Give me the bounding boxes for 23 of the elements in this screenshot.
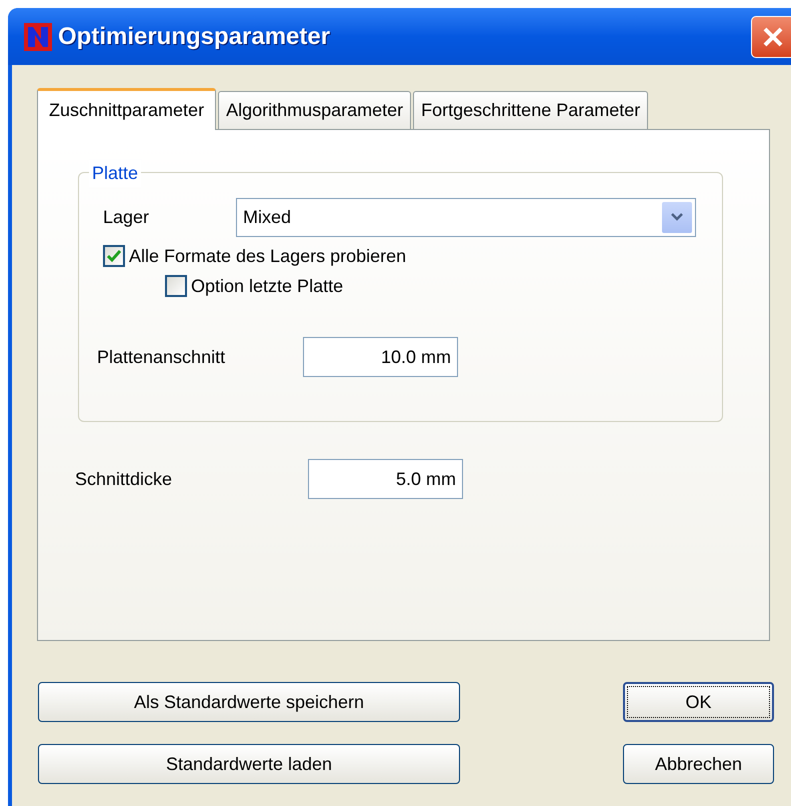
field-label: Lager: [103, 206, 150, 229]
dialog-button[interactable]: OK: [623, 682, 774, 722]
checkbox[interactable]: [103, 245, 125, 267]
close-button[interactable]: [751, 16, 791, 58]
field-label: Plattenanschnitt: [97, 346, 226, 368]
tab[interactable]: Algorithmusparameter: [218, 91, 412, 129]
caret-icon[interactable]: [662, 202, 692, 232]
checkbox-label: Alle Formate des Lagers probieren: [129, 244, 406, 268]
dialog-button[interactable]: Standardwerte laden: [38, 744, 460, 784]
app-logo-icon: [24, 22, 52, 50]
tab[interactable]: Fortgeschrittene Parameter: [413, 91, 648, 129]
dialog-button[interactable]: Abbrechen: [623, 744, 774, 784]
window-title: Optimierungsparameter: [58, 22, 330, 52]
checkbox-label: Option letzte Platte: [191, 274, 344, 298]
close-icon: [762, 26, 784, 48]
checkbox[interactable]: [165, 275, 187, 297]
field-label: Schnittdicke: [75, 468, 174, 490]
dropdown[interactable]: Mixed: [236, 198, 696, 236]
dialog-button[interactable]: Als Standardwerte speichern: [38, 682, 460, 722]
input-field[interactable]: 10.0 mm: [303, 337, 458, 377]
input-field[interactable]: 5.0 mm: [308, 459, 463, 499]
checkmark-icon: [107, 250, 121, 262]
tab[interactable]: Zuschnittparameter: [37, 88, 216, 130]
